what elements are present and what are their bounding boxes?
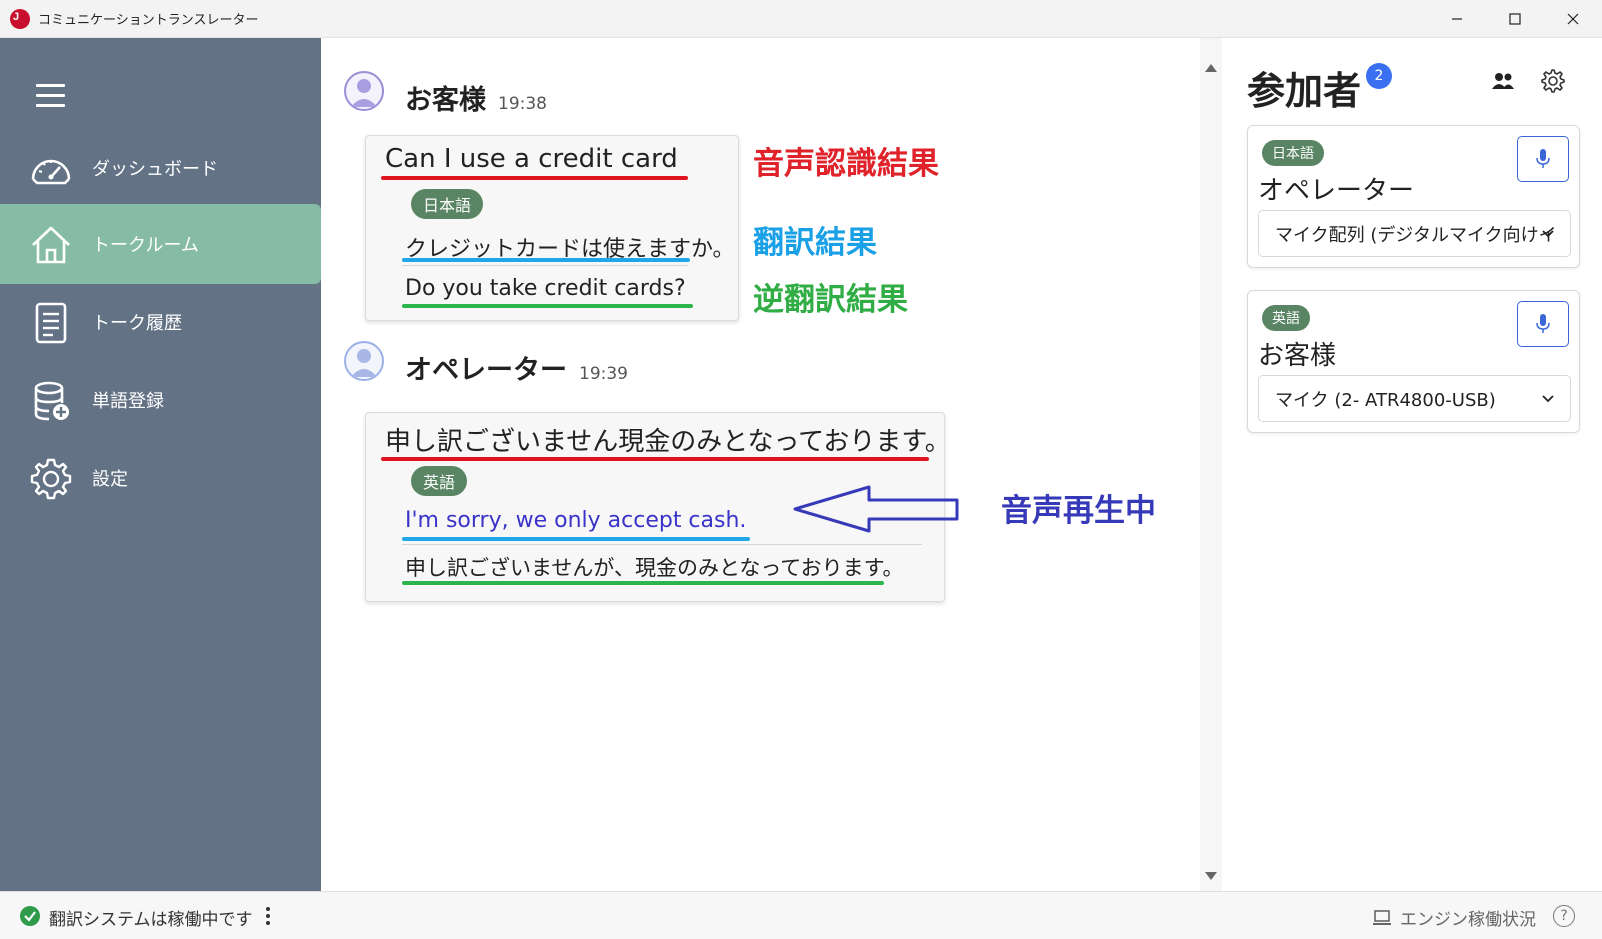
- back-translated-text: 申し訳ございませんが、現金のみとなっております。: [405, 556, 904, 580]
- home-icon: [32, 226, 70, 264]
- dashboard-icon: [31, 159, 71, 185]
- microphone-icon: [1536, 149, 1550, 168]
- left-arrow-icon: [793, 485, 959, 533]
- message-time: 19:39: [579, 364, 628, 384]
- sidebar-item-label: トークルーム: [92, 235, 199, 256]
- recognized-text: 申し訳ございません現金のみとなっております。: [385, 427, 951, 457]
- window-title: コミュニケーショントランスレーター: [38, 13, 259, 28]
- sidebar-item-label: 単語登録: [92, 391, 164, 412]
- help-icon-glyph: ?: [1560, 908, 1568, 924]
- sidebar-item-label: トーク履歴: [92, 313, 182, 334]
- laptop-icon: [1373, 909, 1391, 925]
- operator-avatar: [344, 341, 384, 381]
- sidebar-item-label: 設定: [92, 469, 128, 490]
- document-icon: [35, 302, 67, 344]
- message-speaker-header: オペレーター 19:39: [405, 348, 628, 387]
- app-logo: J: [10, 8, 30, 29]
- message-time: 19:38: [498, 94, 547, 114]
- language-badge: 英語: [1262, 305, 1310, 331]
- close-button[interactable]: [1544, 0, 1602, 38]
- speaker-name: お客様: [405, 85, 486, 116]
- engine-status-label: エンジン稼働状況: [1400, 910, 1536, 930]
- annotation-translation: 翻訳結果: [753, 225, 877, 261]
- device-select-value: マイク (2- ATR4800-USB): [1275, 389, 1496, 411]
- chat-area: お客様 19:38 Can I use a credit card 日本語 クレ…: [321, 38, 1209, 891]
- sidebar-item-talkroom[interactable]: トークルーム: [0, 204, 321, 284]
- sidebar-item-vocabulary[interactable]: 単語登録: [0, 360, 321, 440]
- gear-icon: [30, 458, 72, 500]
- language-badge: 日本語: [411, 189, 484, 219]
- back-translated-text: Do you take credit cards?: [405, 276, 686, 301]
- message-bubble: Can I use a credit card 日本語 クレジットカードは使えま…: [365, 135, 739, 321]
- gear-icon[interactable]: [1540, 68, 1566, 94]
- language-badge: 日本語: [1262, 140, 1324, 166]
- status-bar: 翻訳システムは稼働中です エンジン稼働状況 ?: [0, 891, 1602, 939]
- recognized-text: Can I use a credit card: [385, 144, 678, 174]
- participant-count-badge: 2: [1366, 63, 1392, 89]
- annotation-back-translation: 逆翻訳結果: [753, 282, 908, 318]
- sidebar: ダッシュボード トークルーム トーク履歴 単語登録 設定: [0, 38, 321, 891]
- scroll-up-arrow-icon[interactable]: [1205, 64, 1217, 72]
- microphone-icon: [1536, 314, 1550, 333]
- participant-card: 日本語 オペレーター マイク配列 (デジタルマイク向けイ: [1247, 125, 1580, 268]
- maximize-button[interactable]: [1486, 0, 1544, 38]
- maximize-icon: [1509, 13, 1521, 25]
- sidebar-item-settings[interactable]: 設定: [0, 438, 321, 518]
- chat-scrollbar[interactable]: [1200, 38, 1222, 891]
- language-badge: 英語: [411, 466, 468, 496]
- annotation-playing: 音声再生中: [1001, 493, 1156, 529]
- close-icon: [1567, 13, 1579, 25]
- more-options-icon[interactable]: [264, 906, 272, 926]
- sidebar-item-history[interactable]: トーク履歴: [0, 282, 321, 362]
- hamburger-menu-icon[interactable]: [36, 82, 66, 108]
- translated-text-playing: I'm sorry, we only accept cash.: [405, 508, 747, 533]
- mic-button[interactable]: [1517, 301, 1569, 347]
- system-status-text: 翻訳システムは稼働中です: [49, 910, 253, 930]
- app-logo-text: J: [13, 10, 20, 23]
- customer-avatar: [344, 71, 384, 111]
- sidebar-item-label: ダッシュボード: [92, 159, 218, 180]
- participants-panel: 参加者 2 日本語 オペレーター マイク配列 (デジタルマイク向けイ 英語 お客…: [1222, 38, 1602, 891]
- participants-title: 参加者: [1247, 69, 1362, 113]
- device-select-value: マイク配列 (デジタルマイク向けイ: [1275, 224, 1557, 246]
- help-icon[interactable]: ?: [1553, 905, 1575, 927]
- speaker-name: オペレーター: [405, 355, 567, 386]
- sidebar-item-dashboard[interactable]: ダッシュボード: [0, 128, 321, 208]
- chevron-down-icon: [1542, 395, 1554, 403]
- participant-card: 英語 お客様 マイク (2- ATR4800-USB): [1247, 290, 1580, 433]
- database-add-icon: [34, 381, 69, 421]
- minimize-button[interactable]: [1428, 0, 1486, 38]
- message-speaker-header: お客様 19:38: [405, 78, 547, 117]
- scroll-down-arrow-icon[interactable]: [1205, 872, 1217, 880]
- people-icon[interactable]: [1490, 68, 1516, 94]
- title-bar: J コミュニケーショントランスレーター: [0, 0, 1602, 38]
- minimize-icon: [1452, 18, 1462, 20]
- participant-name: お客様: [1258, 341, 1337, 371]
- mic-device-select[interactable]: マイク (2- ATR4800-USB): [1258, 375, 1571, 422]
- annotation-recognition: 音声認識結果: [753, 146, 939, 182]
- participant-name: オペレーター: [1258, 176, 1415, 206]
- mic-button[interactable]: [1517, 136, 1569, 182]
- mic-device-select[interactable]: マイク配列 (デジタルマイク向けイ: [1258, 210, 1571, 257]
- engine-status-button[interactable]: エンジン稼働状況: [1372, 905, 1536, 930]
- check-circle-icon: [20, 906, 40, 926]
- chevron-down-icon: [1542, 230, 1554, 238]
